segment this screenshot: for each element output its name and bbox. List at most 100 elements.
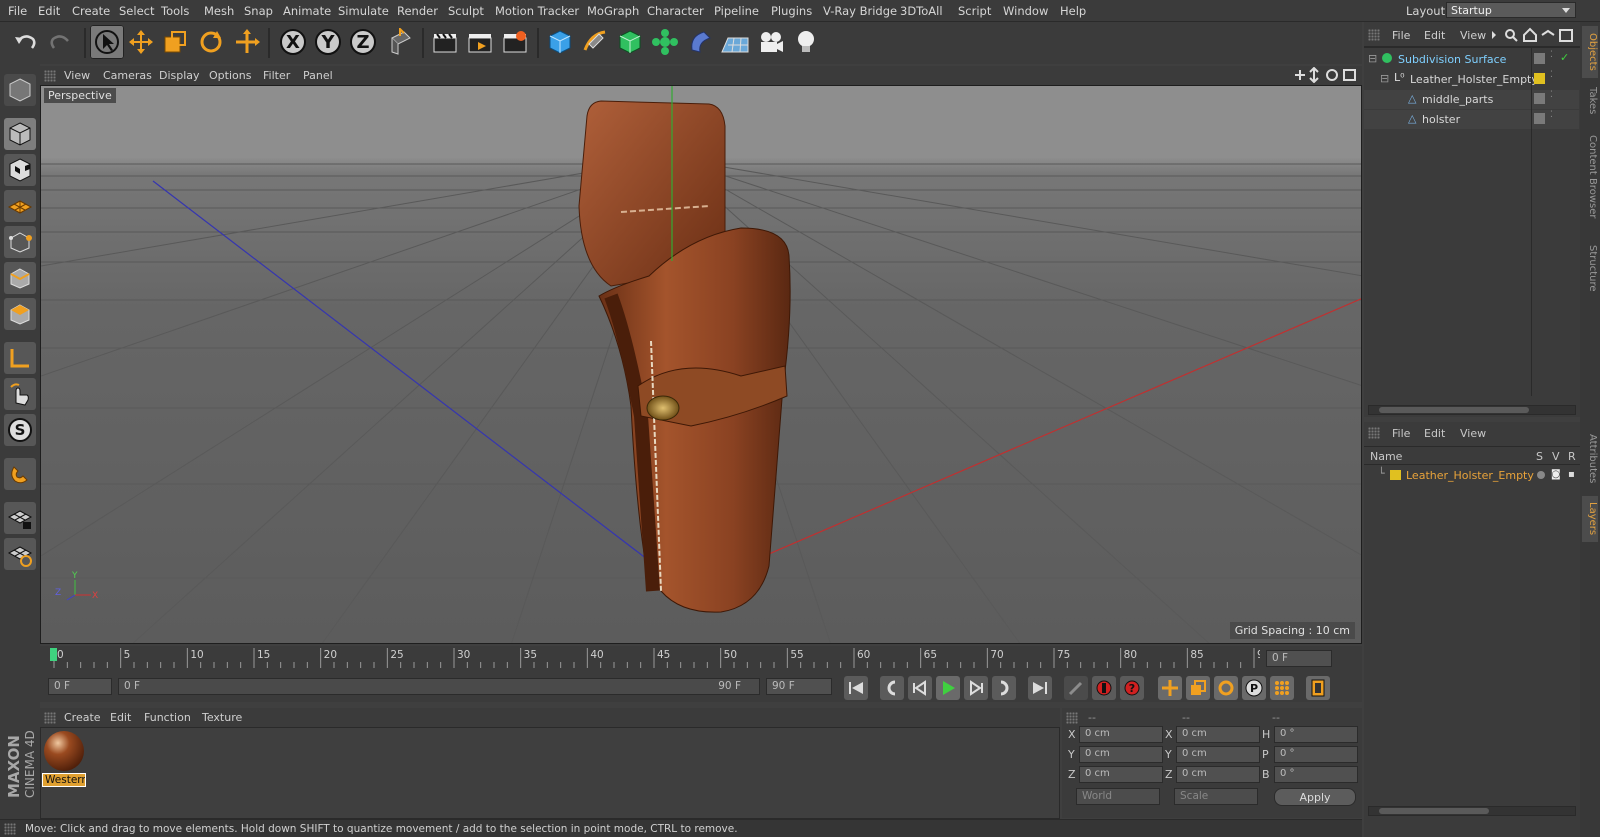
rotate-tool-button[interactable] xyxy=(194,25,228,59)
menu-plugins[interactable]: Plugins xyxy=(771,4,812,18)
layout-dropdown[interactable]: Startup xyxy=(1446,2,1576,18)
key-parameter-button[interactable]: P xyxy=(1242,676,1266,700)
viewport-menu-cameras[interactable]: Cameras xyxy=(103,69,152,82)
object-row-leather-holster-empty[interactable]: ⊟ L⁰ Leather_Holster_Empty ⁚ xyxy=(1364,70,1579,89)
layer-visible-eye-icon[interactable]: ◙ xyxy=(1551,469,1561,480)
key-scale-button[interactable] xyxy=(1186,676,1210,700)
timeline-window-button[interactable] xyxy=(1306,676,1330,700)
object-row-subdivision-surface[interactable]: ⊟ Subdivision Surface ⁚ ✓ xyxy=(1364,50,1579,69)
coordinate-space-dropdown[interactable]: World xyxy=(1076,788,1160,805)
redo-button[interactable] xyxy=(44,25,78,59)
viewport-menu-view[interactable]: View xyxy=(64,69,90,82)
play-button[interactable] xyxy=(936,676,960,700)
record-keys-button[interactable] xyxy=(1064,676,1088,700)
layer-color-toggle[interactable] xyxy=(1534,113,1545,124)
layer-color-toggle[interactable] xyxy=(1534,53,1545,64)
make-editable-button[interactable] xyxy=(4,74,36,106)
layer-render-icon[interactable]: ▪ xyxy=(1568,469,1575,480)
tab-attributes[interactable]: Attributes xyxy=(1582,426,1598,492)
pen-spline-button[interactable] xyxy=(578,25,612,59)
transform-tool-button[interactable] xyxy=(230,25,264,59)
visibility-dots[interactable]: ⁚ xyxy=(1550,70,1553,80)
menu-create[interactable]: Create xyxy=(72,4,110,18)
size-x-field[interactable]: 0 cm xyxy=(1176,726,1260,743)
size-z-field[interactable]: 0 cm xyxy=(1176,766,1260,783)
key-pla-button[interactable] xyxy=(1270,676,1294,700)
current-frame-field[interactable]: 0 F xyxy=(1266,650,1332,667)
pos-z-field[interactable]: 0 cm xyxy=(1079,766,1163,783)
key-position-button[interactable] xyxy=(1158,676,1182,700)
floor-object-button[interactable] xyxy=(718,25,752,59)
magnet-button[interactable] xyxy=(4,458,36,490)
lock-x-axis-button[interactable]: X xyxy=(276,25,310,59)
edges-mode-button[interactable] xyxy=(4,262,36,294)
layer-menu-file[interactable]: File xyxy=(1392,427,1410,440)
viewport-menu-filter[interactable]: Filter xyxy=(263,69,290,82)
rot-h-field[interactable]: 0 ° xyxy=(1274,726,1358,743)
lock-z-axis-button[interactable]: Z xyxy=(346,25,380,59)
tab-layers[interactable]: Layers xyxy=(1582,496,1598,542)
deformer-button[interactable] xyxy=(683,25,717,59)
visibility-dots[interactable]: ⁚ xyxy=(1550,50,1553,60)
menu-motion-tracker[interactable]: Motion Tracker xyxy=(495,4,579,18)
undo-button[interactable] xyxy=(8,25,42,59)
previous-frame-button[interactable] xyxy=(908,676,932,700)
material-menu-create[interactable]: Create xyxy=(64,711,101,724)
menu-simulate[interactable]: Simulate xyxy=(338,4,389,18)
tab-objects[interactable]: Objects xyxy=(1582,26,1598,78)
scale-tool-button[interactable] xyxy=(158,25,192,59)
coordinate-system-button[interactable] xyxy=(383,25,417,59)
model-mode-button[interactable] xyxy=(4,118,36,150)
layer-row[interactable]: └ Leather_Holster_Empty ◙ ▪ xyxy=(1364,466,1580,484)
next-frame-button[interactable] xyxy=(964,676,988,700)
menu-mograph[interactable]: MoGraph xyxy=(587,4,639,18)
axis-mode-button[interactable] xyxy=(4,342,36,374)
object-row-holster[interactable]: △ holster ⁚ xyxy=(1364,110,1579,129)
polygons-mode-button[interactable] xyxy=(4,298,36,330)
viewport-menu-options[interactable]: Options xyxy=(209,69,251,82)
autokeying-button[interactable]: ? xyxy=(1120,676,1144,700)
menu-vray-bridge[interactable]: V-Ray Bridge xyxy=(823,4,897,18)
workplane-align-button[interactable] xyxy=(4,538,36,570)
tab-structure[interactable]: Structure xyxy=(1582,238,1598,298)
menu-sculpt[interactable]: Sculpt xyxy=(448,4,484,18)
menu-render[interactable]: Render xyxy=(397,4,438,18)
viewport-menu-display[interactable]: Display xyxy=(159,69,200,82)
material-manager-area[interactable]: Westerr xyxy=(40,727,1060,819)
holster-model[interactable] xyxy=(578,100,791,613)
object-menu-view[interactable]: View xyxy=(1460,29,1486,42)
apply-button[interactable]: Apply xyxy=(1274,788,1356,806)
visibility-dots[interactable]: ⁚ xyxy=(1550,110,1553,120)
menu-file[interactable]: File xyxy=(8,4,27,18)
camera-button[interactable] xyxy=(754,25,788,59)
viewport-menu-panel[interactable]: Panel xyxy=(303,69,333,82)
pos-x-field[interactable]: 0 cm xyxy=(1079,726,1163,743)
workplane-mode-button[interactable] xyxy=(4,190,36,222)
viewport-nav-icons[interactable] xyxy=(1292,67,1360,83)
object-manager-nav-icons[interactable] xyxy=(1490,27,1578,43)
menu-mesh[interactable]: Mesh xyxy=(204,4,234,18)
render-picture-viewer-button[interactable] xyxy=(463,25,497,59)
material-menu-edit[interactable]: Edit xyxy=(110,711,131,724)
lock-y-axis-button[interactable]: Y xyxy=(311,25,345,59)
enabled-check-icon[interactable]: ✓ xyxy=(1560,51,1569,64)
layer-manager-scrollbar[interactable] xyxy=(1368,806,1576,816)
lock-workplane-button[interactable] xyxy=(4,502,36,534)
object-manager-scrollbar[interactable] xyxy=(1368,405,1576,415)
layer-color-toggle[interactable] xyxy=(1534,93,1545,104)
mograph-cloner-button[interactable] xyxy=(648,25,682,59)
playhead-marker[interactable] xyxy=(50,648,57,661)
end-frame-field[interactable]: 90 F xyxy=(766,678,832,695)
render-view-button[interactable] xyxy=(428,25,462,59)
menu-window[interactable]: Window xyxy=(1003,4,1048,18)
material-menu-function[interactable]: Function xyxy=(144,711,191,724)
visibility-dots[interactable]: ⁚ xyxy=(1550,90,1553,100)
live-selection-button[interactable] xyxy=(90,25,124,59)
layer-solo-toggle[interactable] xyxy=(1537,471,1545,479)
cube-primitive-button[interactable] xyxy=(543,25,577,59)
go-to-end-button[interactable] xyxy=(1028,676,1052,700)
menu-help[interactable]: Help xyxy=(1060,4,1086,18)
start-frame-field[interactable]: 0 F xyxy=(48,678,112,695)
object-menu-edit[interactable]: Edit xyxy=(1424,29,1445,42)
layer-color-tag[interactable] xyxy=(1534,73,1545,84)
